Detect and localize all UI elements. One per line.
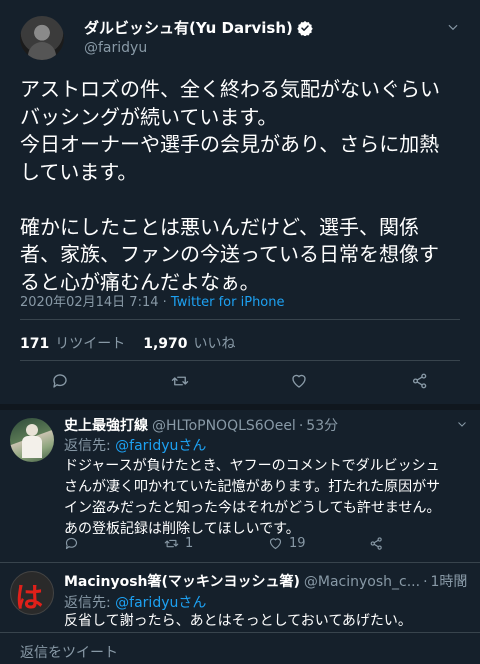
reply-to: 返信先: @faridyuさん	[64, 592, 206, 612]
reply-to: 返信先: @faridyuさん	[64, 435, 206, 455]
reply-compose-bar[interactable]: 返信をツイート	[0, 632, 480, 664]
retweet-icon[interactable]	[171, 372, 189, 390]
reply-reply-button[interactable]	[64, 536, 85, 551]
reply-avatar[interactable]	[10, 418, 54, 462]
reply-author-name[interactable]: Macinyosh箸(マッキンヨッシュ箸)	[64, 571, 300, 591]
retweets-count: 171	[20, 336, 50, 352]
reply-to-mention[interactable]: @faridyuさん	[115, 438, 206, 454]
reply-like-count: 19	[289, 536, 306, 551]
reply-dot: ·	[298, 418, 304, 434]
likes-count: 1,970	[143, 336, 188, 352]
avatar-logo-glyph: は	[15, 581, 44, 614]
reply-author-handle[interactable]: @Macinyosh_c...	[304, 574, 420, 590]
reply-dot: ·	[423, 574, 428, 590]
reply-avatar[interactable]: は	[10, 571, 54, 615]
author-avatar[interactable]	[20, 16, 64, 60]
reply-header: 史上最強打線 @HLToPNOQLS6Oeel · 53分	[64, 415, 338, 435]
like-icon	[269, 538, 282, 550]
meta-separator: ·	[158, 295, 171, 310]
reply-tweet[interactable]: 史上最強打線 @HLToPNOQLS6Oeel · 53分 返信先: @fari…	[0, 410, 480, 562]
tweet-client-link[interactable]: Twitter for iPhone	[171, 295, 285, 310]
reply-compose-placeholder[interactable]: 返信をツイート	[20, 642, 118, 662]
share-icon	[370, 537, 382, 550]
author-name-row[interactable]: ダルビッシュ有(Yu Darvish)	[84, 17, 313, 38]
reply-to-label: 返信先:	[64, 438, 116, 454]
reply-author-handle[interactable]: @HLToPNOQLS6Oeel	[152, 418, 296, 434]
chevron-down-icon[interactable]	[446, 20, 460, 34]
share-icon[interactable]	[411, 372, 429, 390]
chevron-down-icon[interactable]	[456, 574, 468, 586]
author-name[interactable]: ダルビッシュ有(Yu Darvish)	[84, 17, 293, 38]
reply-icon[interactable]	[51, 372, 69, 390]
tweet-date: 2020年02月14日 7:14	[20, 295, 159, 310]
likes-label: いいね	[193, 336, 236, 352]
reply-like-button[interactable]: 19	[268, 536, 306, 551]
author-handle[interactable]: @faridyu	[84, 40, 147, 56]
tweet-text: アストロズの件、全く終わる気配がないぐらい バッシングが続いています。 今日オー…	[20, 77, 440, 294]
reply-header: Macinyosh箸(マッキンヨッシュ箸) @Macinyosh_c... · …	[64, 571, 467, 591]
verified-badge-icon	[297, 20, 313, 36]
retweets-label: リツイート	[55, 336, 126, 352]
tweet-meta: 2020年02月14日 7:14 · Twitter for iPhone	[20, 291, 285, 310]
reply-tweet[interactable]: は Macinyosh箸(マッキンヨッシュ箸) @Macinyosh_c... …	[0, 563, 480, 632]
tweet-actions	[0, 372, 480, 394]
reply-actions: 1 19	[64, 536, 444, 554]
reply-to-label: 返信先:	[64, 595, 116, 611]
divider	[20, 319, 460, 320]
like-icon[interactable]	[290, 372, 308, 390]
reply-retweet-count: 1	[185, 536, 194, 551]
divider	[20, 360, 460, 361]
reply-text: ドジャースが負けたとき、ヤフーのコメントでダルビッシュ さんが凄く叩かれていた記…	[64, 458, 441, 537]
reply-text: 反省して謝ったら、あとはそっとしておいてあげたい。	[64, 613, 412, 629]
reply-share-button[interactable]	[369, 536, 390, 551]
reply-time[interactable]: 53分	[306, 415, 338, 435]
likes-stat[interactable]: 1,970 いいね	[143, 333, 235, 353]
reply-to-mention[interactable]: @faridyuさん	[115, 595, 206, 611]
tweet-stats: 171 リツイート 1,970 いいね	[20, 333, 254, 353]
retweets-stat[interactable]: 171 リツイート	[20, 333, 125, 353]
reply-retweet-button[interactable]: 1	[164, 536, 193, 551]
reply-author-name[interactable]: 史上最強打線	[64, 415, 148, 435]
chevron-down-icon[interactable]	[456, 418, 468, 430]
reply-icon	[65, 537, 78, 550]
retweet-icon	[164, 539, 179, 548]
